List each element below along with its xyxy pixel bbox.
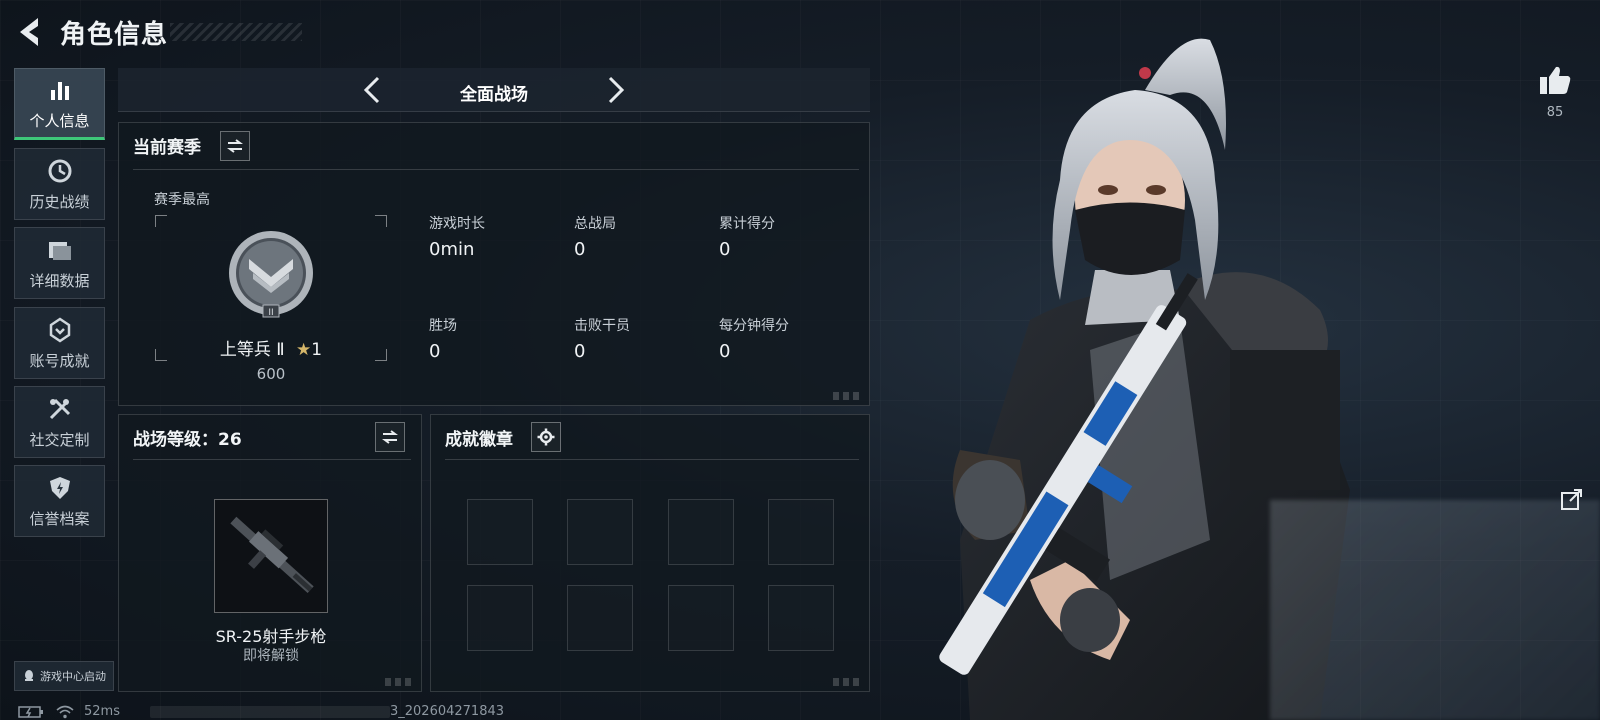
sidebar-item-label: 个人信息 [29,111,90,130]
launch-label: 游戏中心启动 [40,670,106,683]
sidebar-item-history[interactable]: 历史战绩 [14,148,105,220]
season-best-label: 赛季最高 [154,192,210,208]
swap-icon [227,139,243,153]
rank-emblem-icon: II [229,231,313,318]
back-arrow-icon [20,18,38,46]
stat-label: 总战局 [574,216,616,232]
like-button[interactable] [1538,63,1572,97]
chevron-right-icon [608,76,625,104]
rank-frame: II 上等兵 Ⅱ ★1 [155,215,387,361]
achievements-header: 成就徽章 [445,430,513,450]
share-icon [1561,489,1582,510]
sidebar-item-credit[interactable]: 信誉档案 [14,465,105,537]
credit-shield-icon [46,474,74,502]
tools-icon [46,395,74,423]
stat-value: 0 [574,239,586,260]
corner-decoration [833,678,863,686]
swap-icon [382,430,398,444]
badge-slot[interactable] [668,585,734,651]
trophy-badge-icon [46,316,74,344]
rank-name-row: 上等兵 Ⅱ ★1 [155,335,387,360]
stat-label: 胜场 [429,318,457,334]
season-header: 当前赛季 [133,138,201,158]
rank-score: 600 [256,365,286,383]
ping-value: 52ms [84,704,120,719]
like-count: 85 [1546,105,1564,120]
sidebar-item-achievements[interactable]: 账号成就 [14,307,105,379]
sidebar-item-label: 历史战绩 [29,192,90,211]
stat-label: 游戏时长 [429,216,485,232]
thumbs-up-icon [1540,66,1571,94]
battle-level-panel: 战场等级：26 SR-25射手步枪 即将解锁 [118,414,422,692]
badge-slot[interactable] [467,499,533,565]
build-id: 3_202604271843 [389,704,505,719]
blurred-overlay [1270,500,1600,720]
weapon-card[interactable] [214,499,328,613]
divider [133,459,411,460]
badge-slot[interactable] [768,585,834,651]
qq-icon [25,670,33,681]
share-button[interactable] [1560,487,1584,511]
sidebar-item-label: 社交定制 [29,430,90,449]
status-bar: 52ms 3_202604271843 [18,703,504,720]
bar-chart-icon [46,76,74,104]
rank-stars: 1 [311,340,323,360]
sidebar-item-label: 详细数据 [29,271,90,290]
weapon-name: SR-25射手步枪 [215,627,327,646]
badge-slot[interactable] [567,499,633,565]
title-decoration [170,23,302,41]
weapon-status: 即将解锁 [243,648,299,664]
stat-label: 每分钟得分 [719,318,789,334]
sidebar-item-personal-info[interactable]: 个人信息 [14,68,105,140]
season-switch-button[interactable] [220,131,250,161]
sidebar-item-social[interactable]: 社交定制 [14,386,105,458]
rifle-icon [230,516,314,594]
corner-decoration [385,678,415,686]
mode-next-button[interactable] [598,74,630,106]
season-panel: 当前赛季 赛季最高 II 上等兵 Ⅱ ★1 600 游戏时长 0min 总战局 … [118,122,870,406]
divider [133,169,859,170]
rank-name: 上等兵 Ⅱ [219,340,285,360]
star-icon: ★ [296,340,312,360]
gear-icon [537,428,555,446]
badge-slot[interactable] [668,499,734,565]
battery-icon [18,705,43,718]
battle-level-switch-button[interactable] [375,422,405,452]
game-center-launch-button[interactable]: 游戏中心启动 [14,661,114,691]
back-button[interactable] [14,14,44,50]
badge-slot[interactable] [768,499,834,565]
uid-blurred [149,705,390,718]
battle-level-header: 战场等级：26 [133,430,242,450]
stat-label: 累计得分 [719,216,775,232]
svg-text:II: II [268,308,273,318]
folder-data-icon [46,236,74,264]
badge-slot[interactable] [567,585,633,651]
achievements-panel: 成就徽章 [430,414,870,692]
stat-value: 0min [429,239,475,260]
sidebar-item-label: 信誉档案 [29,509,90,528]
sidebar-item-label: 账号成就 [29,351,90,370]
achievements-settings-button[interactable] [531,422,561,452]
wifi-icon [56,705,74,718]
mode-title: 全面战场 [460,85,528,105]
badge-slot[interactable] [467,585,533,651]
stat-value: 0 [719,239,731,260]
stat-label: 击败干员 [574,318,630,334]
sidebar-item-detailed-data[interactable]: 详细数据 [14,227,105,299]
page-title: 角色信息 [60,20,169,50]
history-clock-icon [46,157,74,185]
corner-decoration [833,392,863,400]
mode-selector: 全面战场 [118,68,870,112]
stat-value: 0 [719,341,731,362]
stat-value: 0 [574,341,586,362]
divider [445,459,859,460]
stat-value: 0 [429,341,441,362]
